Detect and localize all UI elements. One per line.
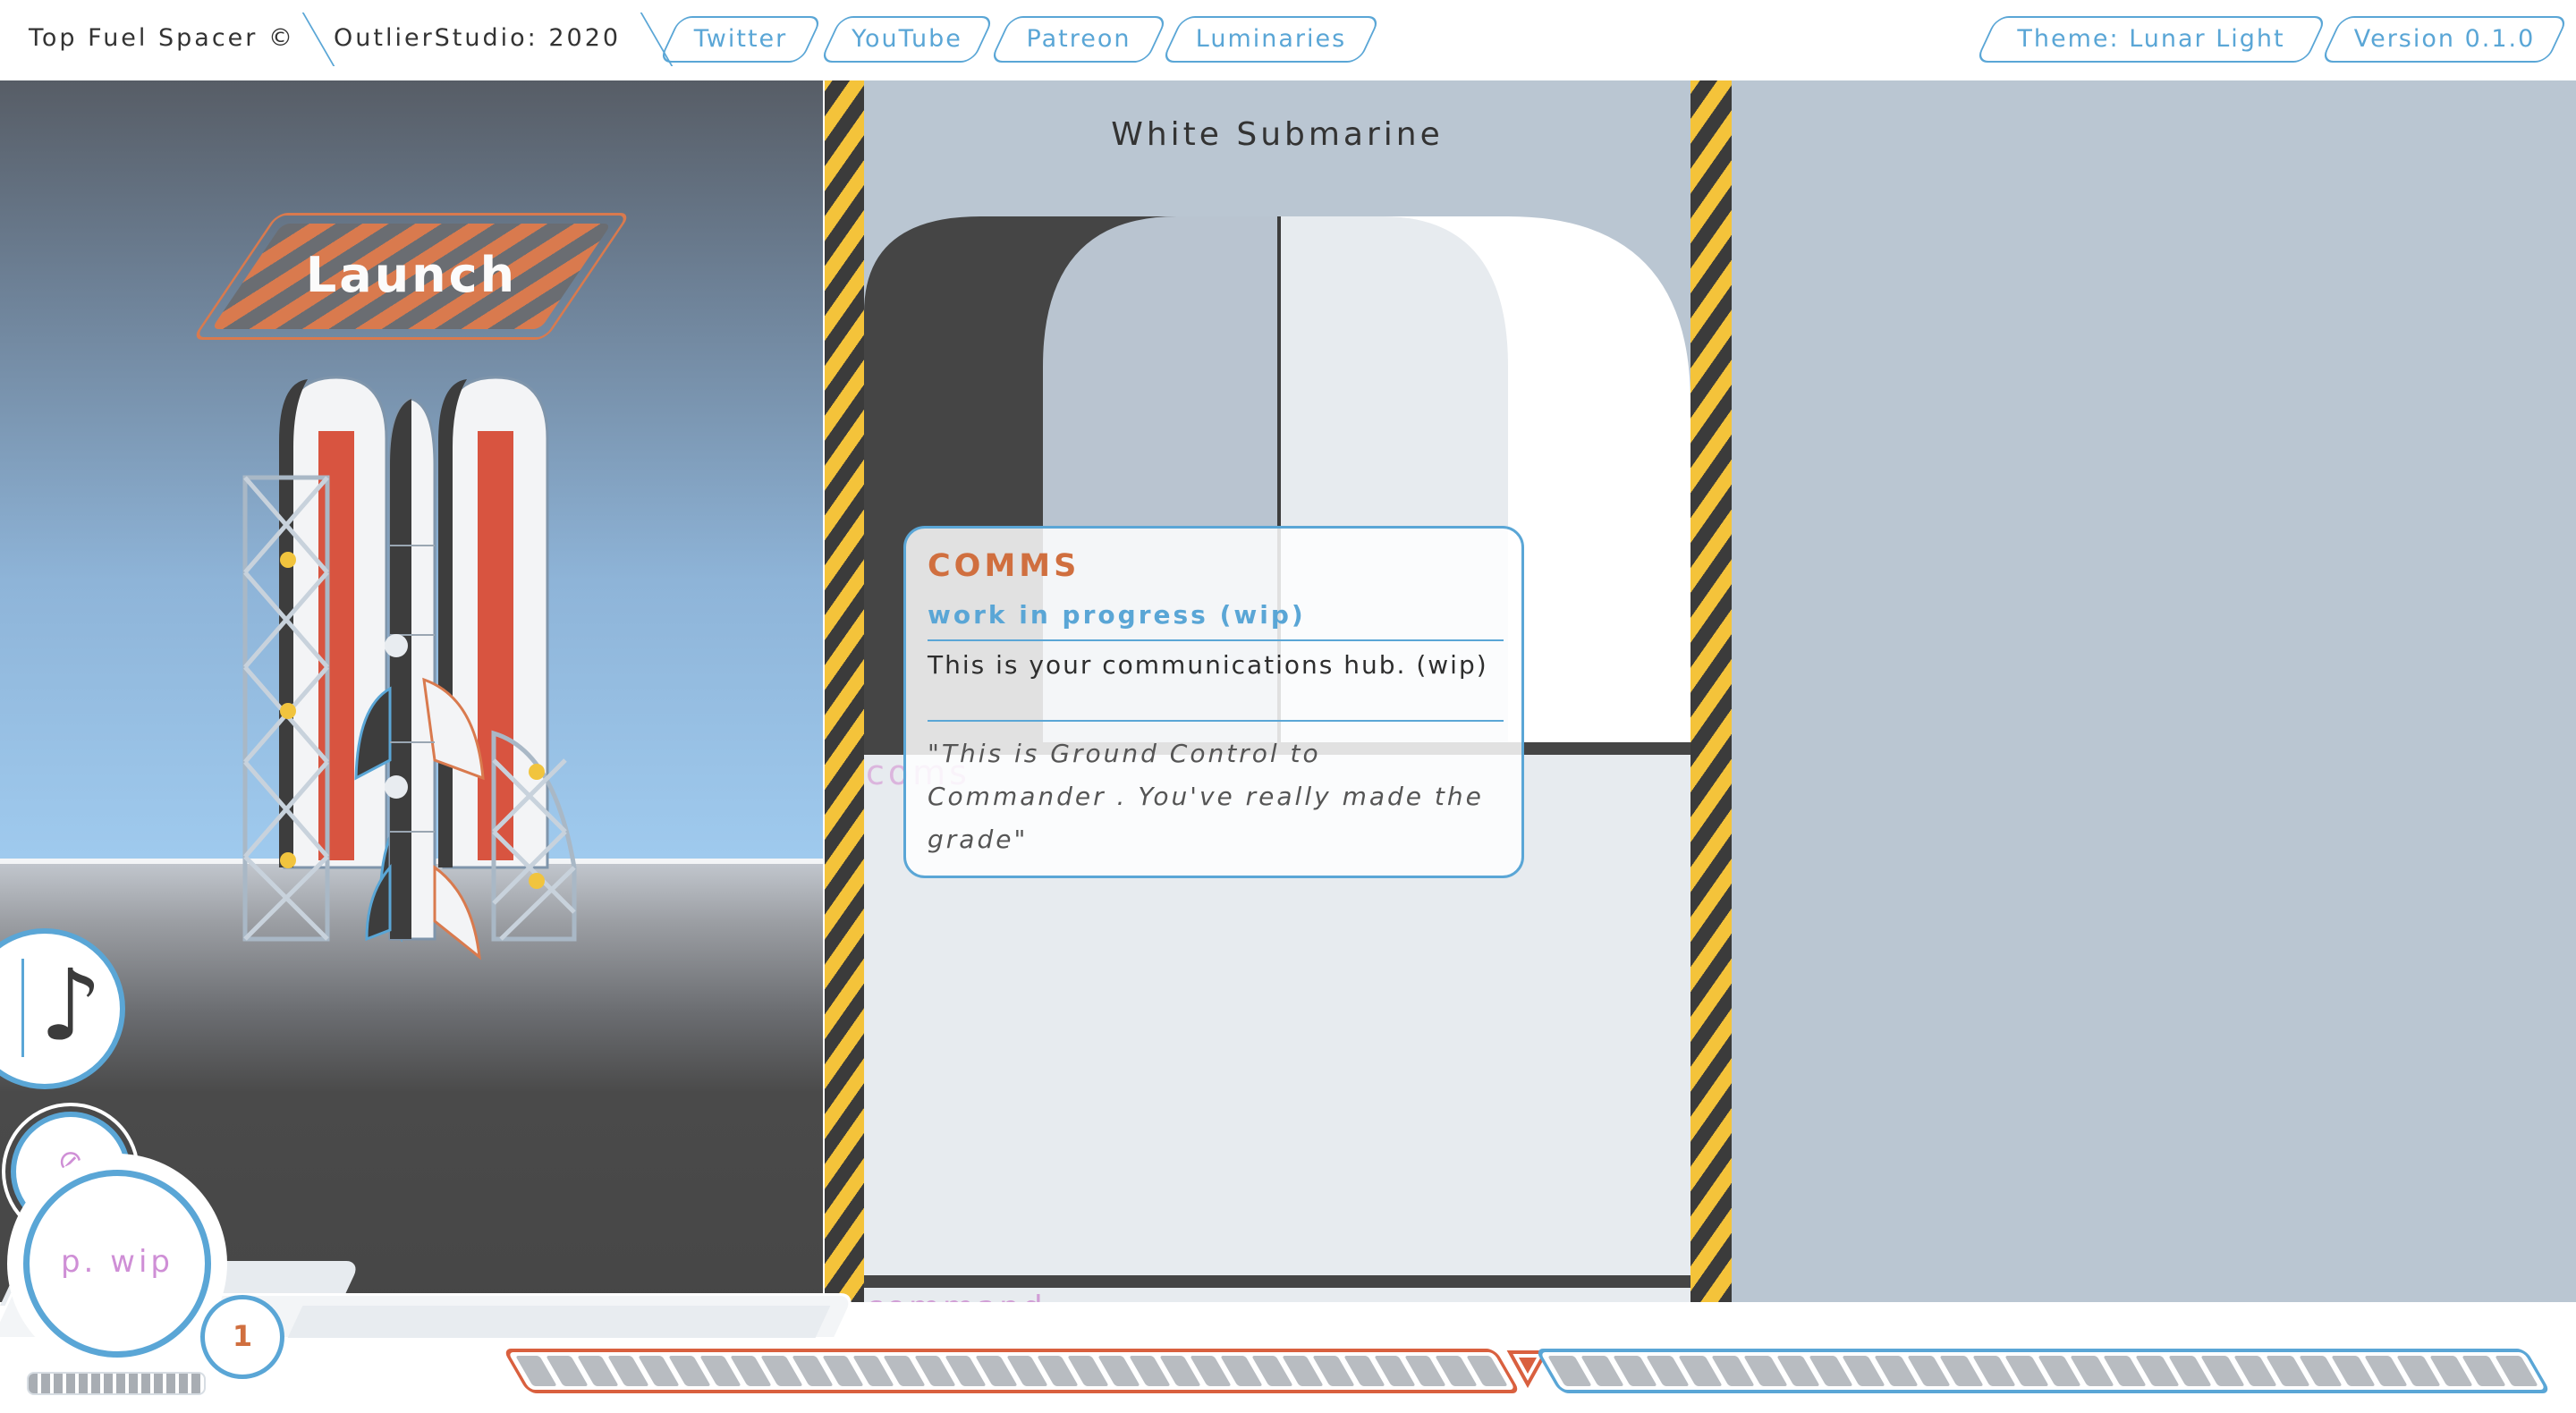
mini-progress-bar — [27, 1372, 206, 1395]
divider — [928, 639, 1504, 641]
twitter-link[interactable]: Twitter — [669, 16, 812, 63]
divider — [928, 720, 1504, 722]
hazard-stripe-right — [1690, 80, 1732, 1333]
music-button-divider — [21, 959, 24, 1057]
comms-description: This is your communications hub. (wip) — [928, 650, 1488, 680]
fuel-gauge — [502, 1349, 1521, 1393]
fuel-gauge-cells — [515, 1356, 1508, 1386]
title-separator — [301, 13, 335, 66]
version-label[interactable]: Version 0.1.0 — [2331, 16, 2558, 63]
rail-slab — [287, 1306, 831, 1338]
profile-button[interactable]: p. wip — [23, 1170, 211, 1358]
comms-status: work in progress (wip) — [928, 600, 1306, 630]
right-empty-panel — [1732, 80, 2576, 1333]
secondary-gauge — [1534, 1349, 2552, 1393]
youtube-link[interactable]: YouTube — [830, 16, 984, 63]
count-value: 1 — [232, 1319, 253, 1353]
comms-quote: "This is Ground Control to Commander . Y… — [928, 739, 1484, 854]
secondary-gauge-cells — [1547, 1356, 2538, 1386]
luminaries-link[interactable]: Luminaries — [1172, 16, 1370, 63]
game-title: Top Fuel Spacer © — [29, 24, 295, 52]
launch-button[interactable]: Launch — [191, 213, 631, 340]
profile-label: p. wip — [60, 1244, 174, 1280]
launch-button-label: Launch — [305, 247, 518, 303]
theme-selector[interactable]: Theme: Lunar Light — [1986, 16, 2317, 63]
music-note-icon: ♪ — [39, 948, 103, 1062]
patreon-link[interactable]: Patreon — [1000, 16, 1157, 63]
comms-info-card: COMMS work in progress (wip) This is you… — [903, 526, 1524, 878]
studio-credit: OutlierStudio: 2020 — [334, 24, 622, 52]
top-bar: Top Fuel Spacer © OutlierStudio: 2020 Tw… — [0, 0, 2576, 81]
count-badge: 1 — [200, 1295, 284, 1379]
rocket-launch-scene — [242, 376, 577, 960]
hazard-stripe-left — [825, 80, 864, 1333]
left-booster-icon — [279, 376, 388, 869]
comms-title: COMMS — [928, 548, 1080, 584]
